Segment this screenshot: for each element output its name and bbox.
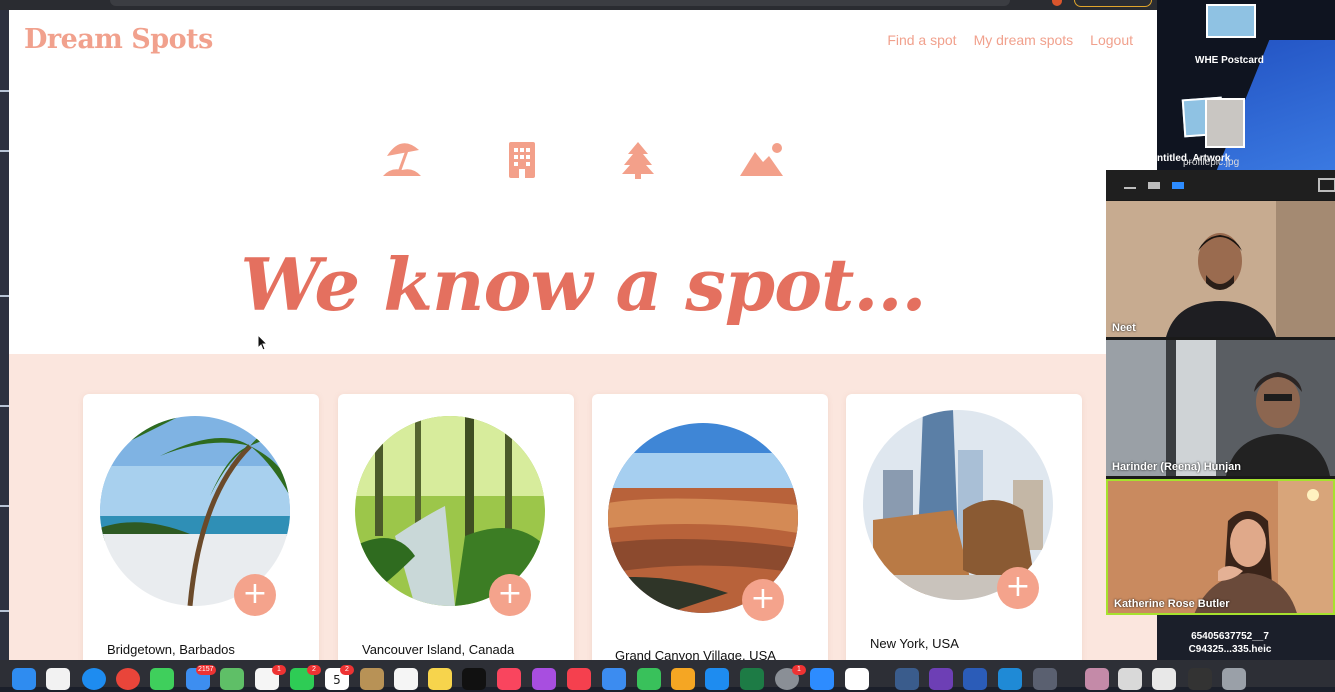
- nav-links: Find a spot My dream spots Logout: [887, 32, 1133, 48]
- spot-card-label: Vancouver Island, Canada: [362, 642, 515, 657]
- minimize-icon[interactable]: [1124, 187, 1136, 189]
- spot-card-label: Bridgetown, Barbados: [107, 642, 235, 657]
- participant-name: Neet: [1112, 322, 1136, 334]
- facetime-badge: 2: [307, 665, 321, 675]
- file-label: profilepic.jpg: [1183, 157, 1240, 168]
- participant-tile-active[interactable]: Katherine Rose Butler: [1106, 479, 1335, 615]
- spot-card-vancouver[interactable]: + Vancouver Island, Canada: [338, 394, 574, 660]
- hero-section: We know a spot...: [9, 70, 1157, 354]
- spots-grid: + Bridgetown, Barbados + Vancouver Islan: [9, 354, 1157, 660]
- mail-badge: 2157: [196, 665, 216, 675]
- video-call-panel: Neet Harinder (Reena) Hunjan Katherine R…: [1106, 170, 1335, 615]
- spot-card-label: New York, USA: [870, 636, 959, 651]
- file-thumbnail[interactable]: [1206, 4, 1256, 38]
- video-panel-toolbar: [1106, 170, 1335, 200]
- browser-action-pill[interactable]: [1074, 0, 1152, 7]
- participant-name: Katherine Rose Butler: [1114, 598, 1230, 610]
- hero-title: We know a spot...: [240, 242, 926, 327]
- participant-name: Harinder (Reena) Hunjan: [1112, 461, 1241, 473]
- category-icon-row: [381, 140, 791, 180]
- desktop-file[interactable]: 65405637752__7 C94325...335.heic: [1170, 630, 1290, 656]
- add-spot-button[interactable]: +: [234, 574, 276, 616]
- macos-dock: 2157 1 2 5 2 1: [0, 660, 1335, 690]
- file-label: 65405637752__7: [1191, 631, 1269, 642]
- settings-badge: 1: [792, 665, 806, 675]
- participant-tile[interactable]: Harinder (Reena) Hunjan: [1106, 340, 1335, 476]
- spot-card-new-york[interactable]: + New York, USA: [846, 394, 1082, 660]
- spot-card-label: Grand Canyon Village, USA: [615, 648, 776, 660]
- nav-my-dream-spots[interactable]: My dream spots: [974, 32, 1074, 48]
- participant-tile[interactable]: Neet: [1106, 201, 1335, 337]
- building-icon[interactable]: [507, 140, 537, 180]
- calendar-badge: 2: [340, 665, 354, 675]
- spot-card-grand-canyon[interactable]: + Grand Canyon Village, USA: [592, 394, 828, 660]
- tree-icon[interactable]: [621, 140, 655, 180]
- expand-icon[interactable]: [1318, 178, 1335, 192]
- desktop-left-edge: [0, 10, 9, 660]
- file-label: WHE Postcard: [1195, 55, 1264, 66]
- browser-viewport: Dream Spots Find a spot My dream spots L…: [9, 10, 1157, 660]
- record-indicator: [1052, 0, 1062, 6]
- nav-find-a-spot[interactable]: Find a spot: [887, 32, 956, 48]
- add-spot-button[interactable]: +: [489, 574, 531, 616]
- beach-umbrella-icon[interactable]: [381, 140, 423, 180]
- spot-card-bridgetown[interactable]: + Bridgetown, Barbados: [83, 394, 319, 660]
- address-bar[interactable]: [110, 0, 1010, 6]
- brand-logo[interactable]: Dream Spots: [24, 24, 213, 55]
- nav-logout[interactable]: Logout: [1090, 32, 1133, 48]
- add-spot-button[interactable]: +: [742, 579, 784, 621]
- gallery-view-icon[interactable]: [1172, 182, 1184, 189]
- mouse-cursor-icon: [257, 333, 269, 356]
- restore-icon[interactable]: [1148, 182, 1160, 189]
- mountain-icon[interactable]: [739, 140, 785, 180]
- site-navbar: Dream Spots Find a spot My dream spots L…: [9, 10, 1157, 70]
- file-label: C94325...335.heic: [1188, 644, 1272, 655]
- desktop-files: WHE Postcard ntitled_Artwork profilepic.…: [1157, 0, 1335, 170]
- file-thumbnail[interactable]: [1205, 98, 1245, 148]
- browser-toolbar: [0, 0, 1157, 10]
- add-spot-button[interactable]: +: [997, 567, 1039, 609]
- photos-badge: 1: [272, 665, 286, 675]
